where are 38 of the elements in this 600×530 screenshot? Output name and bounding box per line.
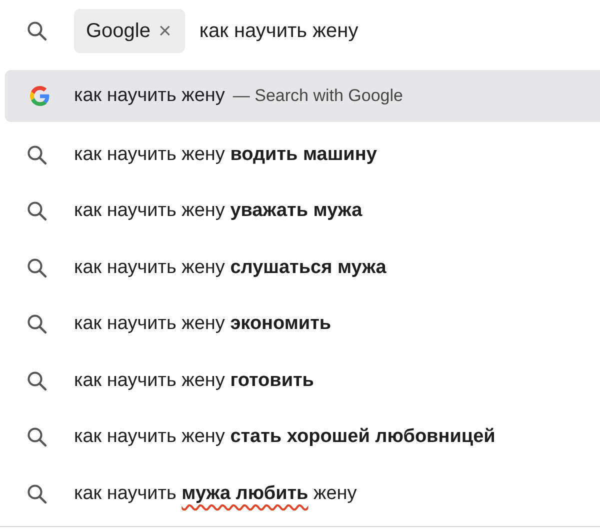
suggestion-text: как научить жену bbox=[74, 200, 226, 222]
suggestion-text: как научить жену bbox=[74, 85, 225, 107]
g-logo-icon bbox=[30, 86, 50, 106]
suggestion-text: как научить жену bbox=[74, 256, 226, 279]
suggestion-text: как научить bbox=[74, 482, 178, 505]
search-icon bbox=[27, 484, 47, 504]
suggestion-text: водить машину bbox=[230, 144, 377, 166]
suggestion-text: слушаться мужа bbox=[230, 256, 386, 279]
suggestion-row[interactable]: как научить мужа любить жену bbox=[0, 466, 600, 522]
suggestion-text: как научить жену bbox=[74, 370, 226, 392]
search-icon bbox=[27, 258, 47, 278]
suggestion-row[interactable]: как научить жену — Search with Google bbox=[5, 70, 600, 122]
search-icon bbox=[27, 201, 47, 222]
search-icon bbox=[27, 427, 47, 448]
search-query[interactable]: как научить жену bbox=[199, 20, 358, 42]
search-icon bbox=[27, 21, 47, 41]
suggestion-text: уважать мужа bbox=[230, 200, 362, 222]
suggestion-text: жену bbox=[312, 482, 357, 505]
search-icon bbox=[27, 144, 47, 165]
suggestion-text: как научить жену bbox=[74, 426, 226, 448]
suggestion-text: как научить жену bbox=[74, 313, 226, 336]
suggestion-text: готовить bbox=[230, 370, 314, 392]
search-engine-chip[interactable]: Google × bbox=[74, 9, 186, 53]
suggestion-row[interactable]: как научить жену слушаться мужа bbox=[0, 240, 600, 296]
search-icon bbox=[27, 370, 47, 391]
remove-button[interactable]: × bbox=[158, 20, 172, 42]
suggestion-row[interactable]: как научить жену водить машину bbox=[0, 126, 600, 183]
suggestion-text: экономить bbox=[230, 313, 332, 336]
suggestion-row[interactable]: как научить жену готовить bbox=[0, 352, 600, 409]
misspelled-text: мужа любить bbox=[182, 482, 308, 505]
chip-label: Google bbox=[86, 20, 150, 42]
suggestion-hint: — Search with Google bbox=[232, 86, 403, 106]
suggestion-row[interactable]: как научить жену стать хорошей любовницей bbox=[0, 409, 600, 466]
suggestion-text: стать хорошей любовницей bbox=[230, 426, 496, 448]
suggestion-row[interactable]: как научить жену экономить bbox=[0, 296, 600, 352]
search-icon bbox=[27, 314, 47, 334]
suggestion-text: как научить жену bbox=[74, 144, 226, 166]
suggestion-row[interactable]: как научить жену уважать мужа bbox=[0, 183, 600, 240]
